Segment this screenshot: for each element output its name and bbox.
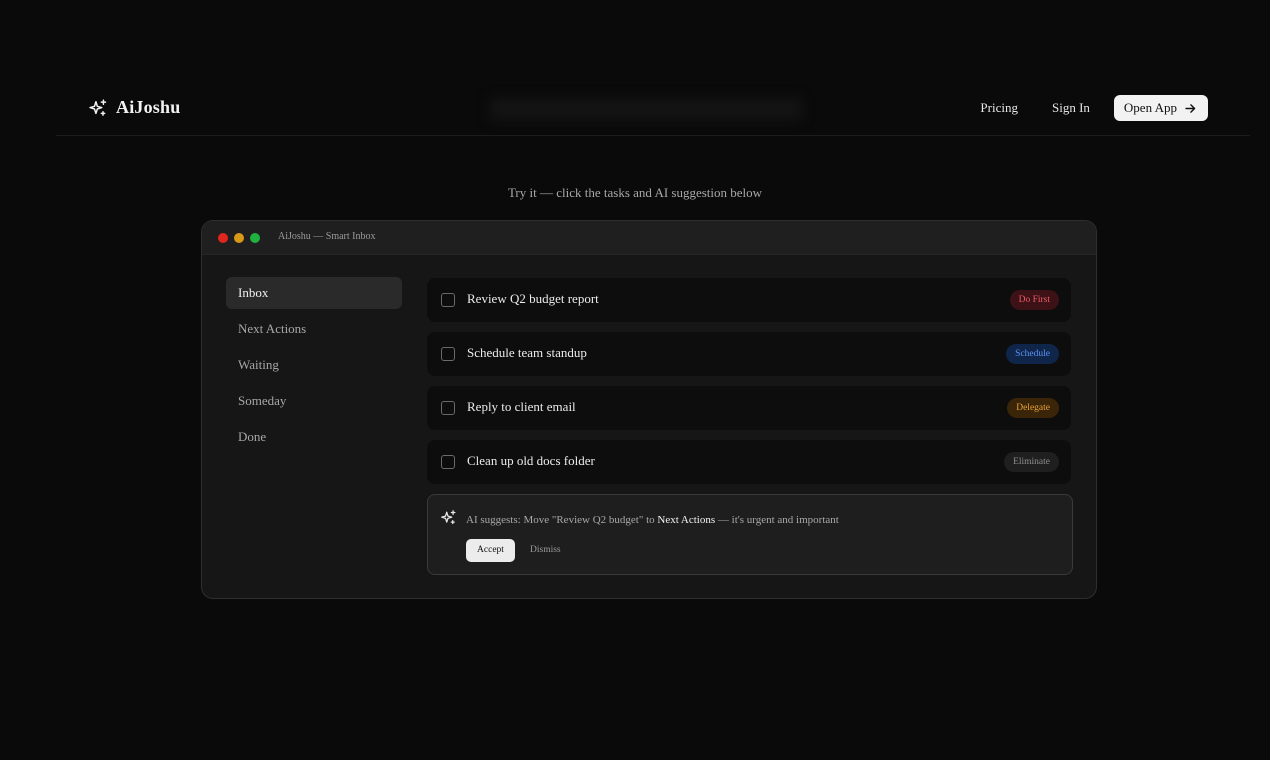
window-close-dot[interactable] (218, 233, 228, 243)
priority-badge-eliminate: Eliminate (1004, 452, 1059, 472)
brand-name: AiJoshu (116, 97, 181, 117)
sidebar-item-inbox[interactable]: Inbox (226, 277, 402, 309)
sidebar-item-waiting[interactable]: Waiting (226, 349, 402, 381)
nav-links: Pricing Sign In Open App (980, 95, 1208, 121)
task-row[interactable]: Review Q2 budget report Do First (427, 278, 1071, 322)
open-app-button[interactable]: Open App (1113, 95, 1208, 121)
task-title: Clean up old docs folder (467, 453, 595, 468)
top-navigation: AiJoshu Pricing Sign In Open App (56, 82, 1250, 136)
landing-page: AiJoshu Pricing Sign In Open App Try it … (0, 0, 1270, 760)
task-list: Review Q2 budget report Do First Schedul… (427, 278, 1071, 494)
task-title: Schedule team standup (467, 345, 587, 360)
task-checkbox[interactable] (441, 347, 455, 361)
ai-suggestion-text: AI suggests: Move "Review Q2 budget" to … (466, 514, 839, 526)
task-title: Review Q2 budget report (467, 291, 599, 306)
arrow-right-icon (1185, 103, 1196, 113)
nav-pricing-link[interactable]: Pricing (980, 100, 1018, 116)
sparkle-icon (89, 98, 107, 116)
priority-badge-schedule: Schedule (1006, 344, 1059, 364)
demo-tagline: Try it — click the tasks and AI suggesti… (507, 185, 763, 200)
accept-button[interactable]: Accept (466, 539, 515, 562)
priority-badge-do-first: Do First (1009, 290, 1059, 310)
ai-suggestion-card: AI suggests: Move "Review Q2 budget" to … (427, 494, 1073, 575)
priority-badge-delegate: Delegate (1007, 398, 1059, 418)
dismiss-button[interactable]: Dismiss (530, 545, 561, 555)
task-row[interactable]: Reply to client email Delegate (427, 386, 1071, 430)
task-title: Reply to client email (467, 399, 576, 414)
window-maximize-dot[interactable] (250, 233, 260, 243)
window-title: AiJoshu — Smart Inbox (278, 231, 376, 242)
sidebar-item-done[interactable]: Done (226, 421, 402, 453)
task-row[interactable]: Clean up old docs folder Eliminate (427, 440, 1071, 484)
sidebar-item-next-actions[interactable]: Next Actions (226, 313, 402, 345)
suggestion-suffix: — it's urgent and important (715, 514, 839, 526)
sidebar: Inbox Next Actions Waiting Someday Done (226, 277, 402, 457)
task-row[interactable]: Schedule team standup Schedule (427, 332, 1071, 376)
task-checkbox[interactable] (441, 293, 455, 307)
ai-sparkle-icon (441, 510, 456, 525)
suggestion-target: Next Actions (657, 514, 716, 526)
nav-sign-in-link[interactable]: Sign In (1052, 100, 1090, 116)
suggestion-prefix: AI suggests: Move "Review Q2 budget" to (466, 514, 658, 526)
demo-app-window: AiJoshu — Smart Inbox Inbox Next Actions… (201, 220, 1097, 599)
window-titlebar: AiJoshu — Smart Inbox (202, 221, 1096, 255)
brand-logo[interactable]: AiJoshu (88, 97, 180, 118)
open-app-label: Open App (1123, 100, 1177, 115)
sidebar-item-someday[interactable]: Someday (226, 385, 402, 417)
task-checkbox[interactable] (441, 455, 455, 469)
window-minimize-dot[interactable] (234, 233, 244, 243)
task-checkbox[interactable] (441, 401, 455, 415)
